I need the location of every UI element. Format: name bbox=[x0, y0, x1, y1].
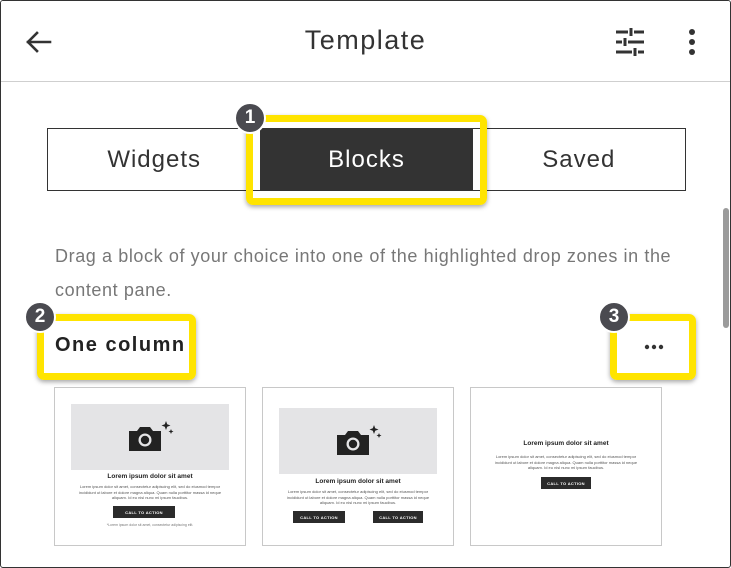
call-to-action-button-right: CALL TO ACTION bbox=[373, 511, 423, 523]
callout-highlight-2 bbox=[37, 314, 196, 380]
block-body-text: Lorem ipsum dolor sit amet, consectetur … bbox=[286, 489, 430, 505]
block-body-text: Lorem ipsum dolor sit amet, consectetur … bbox=[494, 454, 638, 470]
block-title: Lorem ipsum dolor sit amet bbox=[523, 440, 609, 447]
scrollbar-thumb[interactable] bbox=[723, 208, 729, 328]
settings-button[interactable] bbox=[613, 26, 647, 58]
tab-saved[interactable]: Saved bbox=[473, 129, 685, 190]
sliders-icon bbox=[616, 28, 644, 56]
callout-highlight-1 bbox=[246, 115, 487, 205]
image-placeholder bbox=[279, 408, 437, 474]
camera-icon bbox=[129, 421, 174, 451]
app-header: Template bbox=[1, 1, 730, 82]
block-title: Lorem ipsum dolor sit amet bbox=[107, 473, 193, 480]
app-window: Template Widgets Blocks Saved 1 Drag a b… bbox=[0, 0, 731, 568]
camera-icon bbox=[337, 425, 382, 455]
callout-badge-3: 3 bbox=[598, 301, 630, 333]
block-card-image-two-cta[interactable]: Lorem ipsum dolor sit amet Lorem ipsum d… bbox=[262, 387, 454, 546]
block-title: Lorem ipsum dolor sit amet bbox=[315, 478, 401, 485]
block-card-image-single-cta[interactable]: Lorem ipsum dolor sit amet Lorem ipsum d… bbox=[54, 387, 246, 546]
block-card-text-cta[interactable]: Lorem ipsum dolor sit amet Lorem ipsum d… bbox=[470, 387, 662, 546]
block-body-text: Lorem ipsum dolor sit amet, consectetur … bbox=[78, 484, 222, 500]
callout-badge-2: 2 bbox=[24, 301, 56, 333]
call-to-action-button: CALL TO ACTION bbox=[541, 477, 591, 489]
more-options-button[interactable] bbox=[681, 26, 703, 58]
instructions-text: Drag a block of your choice into one of … bbox=[55, 246, 672, 300]
call-to-action-button-left: CALL TO ACTION bbox=[293, 511, 345, 523]
block-footnote: *Lorem ipsum dolor sit amet, consectetur… bbox=[106, 523, 194, 527]
callout-badge-1: 1 bbox=[234, 102, 266, 134]
more-vertical-icon bbox=[689, 29, 695, 55]
image-placeholder bbox=[71, 404, 229, 470]
tab-widgets[interactable]: Widgets bbox=[48, 129, 260, 190]
call-to-action-button: CALL TO ACTION bbox=[113, 506, 175, 518]
